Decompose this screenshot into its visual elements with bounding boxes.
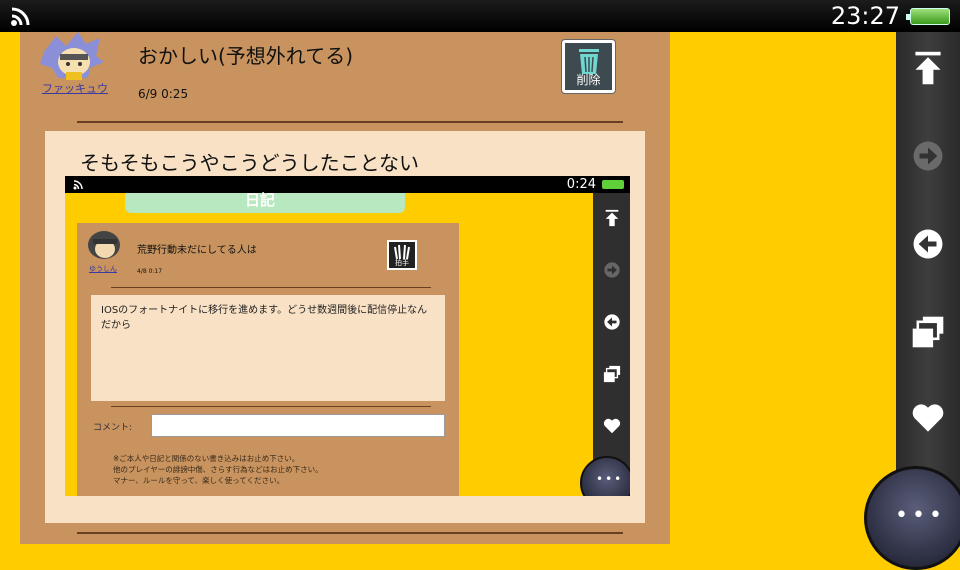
more-button: ••• bbox=[580, 456, 630, 496]
post-date: 6/9 0:25 bbox=[138, 87, 189, 101]
back-icon bbox=[601, 311, 623, 333]
poster-name-link: ゆうしん bbox=[89, 265, 117, 273]
windows-icon bbox=[601, 363, 623, 385]
screenshot-entry: ゆうしん 荒野行動未だにしてる人は 4/8 0:17 拍手 IOSのフォートナイ… bbox=[77, 223, 459, 496]
forward-icon bbox=[913, 141, 943, 171]
forward-icon bbox=[601, 259, 623, 281]
note-line: ※ご本人や日記と関係のない書き込みはお止め下さい。 bbox=[113, 454, 300, 463]
screenshot-side-bar: ••• bbox=[580, 193, 630, 496]
battery-icon bbox=[602, 180, 624, 189]
scroll-top-button[interactable] bbox=[908, 48, 948, 88]
post-title: おかしい(予想外れてる) bbox=[138, 44, 354, 68]
delete-button[interactable]: 削除 bbox=[562, 40, 615, 93]
note-line: 他のプレイヤーの誹謗中傷、さらす行為などはお止め下さい。 bbox=[113, 465, 323, 474]
poster-avatar bbox=[88, 231, 120, 259]
attached-screenshot[interactable]: 0:24 日記 ゆうしん 荒野行動未だにしてる人は 4/8 0:17 拍手 IO… bbox=[65, 176, 630, 496]
status-bar: 23:27 bbox=[0, 0, 960, 32]
poster-name-link[interactable]: ファッキュウ bbox=[42, 80, 108, 96]
more-button[interactable]: ••• bbox=[864, 466, 960, 570]
divider bbox=[77, 121, 623, 123]
divider bbox=[111, 287, 431, 288]
banner-text: 日記 bbox=[245, 191, 276, 209]
more-label: ••• bbox=[895, 503, 946, 528]
back-button[interactable] bbox=[908, 224, 948, 264]
divider bbox=[77, 532, 623, 534]
heart-icon bbox=[912, 404, 944, 432]
comment-text: そもそもこうやこうどうしたことない bbox=[80, 151, 419, 175]
comment-input bbox=[151, 414, 445, 437]
entry-title: 荒野行動未だにしてる人は bbox=[137, 245, 257, 256]
scroll-top-icon bbox=[915, 51, 941, 85]
forward-button[interactable] bbox=[908, 136, 948, 176]
favorite-button[interactable] bbox=[908, 398, 948, 438]
windows-icon bbox=[912, 316, 944, 348]
entry-date: 4/8 0:17 bbox=[137, 268, 163, 275]
windows-button[interactable] bbox=[908, 312, 948, 352]
comment-label: コメント: bbox=[93, 423, 133, 433]
poster-avatar[interactable] bbox=[38, 32, 108, 82]
clap-label: 拍手 bbox=[395, 259, 409, 267]
battery-icon bbox=[906, 8, 950, 25]
clap-button: 拍手 bbox=[387, 240, 417, 270]
screenshot-status-bar: 0:24 bbox=[65, 176, 630, 193]
wifi-icon bbox=[11, 7, 30, 26]
screenshot-clock: 0:24 bbox=[566, 177, 596, 192]
screenshot-banner: 日記 bbox=[125, 191, 405, 213]
back-icon bbox=[913, 229, 943, 259]
side-bar: ••• bbox=[864, 32, 960, 570]
comment-panel: そもそもこうやこうどうしたことない 0:24 日記 ゆうしん 荒野行動未だにして… bbox=[45, 131, 645, 523]
scroll-top-icon bbox=[601, 207, 623, 229]
wifi-icon bbox=[73, 180, 83, 190]
delete-label: 削除 bbox=[576, 73, 601, 87]
diary-entry: ファッキュウ おかしい(予想外れてる) 6/9 0:25 削除 そもそもこうやこ… bbox=[20, 32, 670, 544]
heart-icon bbox=[601, 415, 623, 437]
posting-notes: ※ご本人や日記と関係のない書き込みはお止め下さい。 他のプレイヤーの誹謗中傷、さ… bbox=[113, 453, 323, 486]
status-clock: 23:27 bbox=[830, 2, 900, 30]
divider bbox=[111, 406, 431, 407]
entry-body: IOSのフォートナイトに移行を進めます。どうせ数週間後に配信停止なんだから bbox=[91, 295, 445, 401]
note-line: マナー、ルールを守って、楽しく使ってください。 bbox=[113, 476, 285, 485]
